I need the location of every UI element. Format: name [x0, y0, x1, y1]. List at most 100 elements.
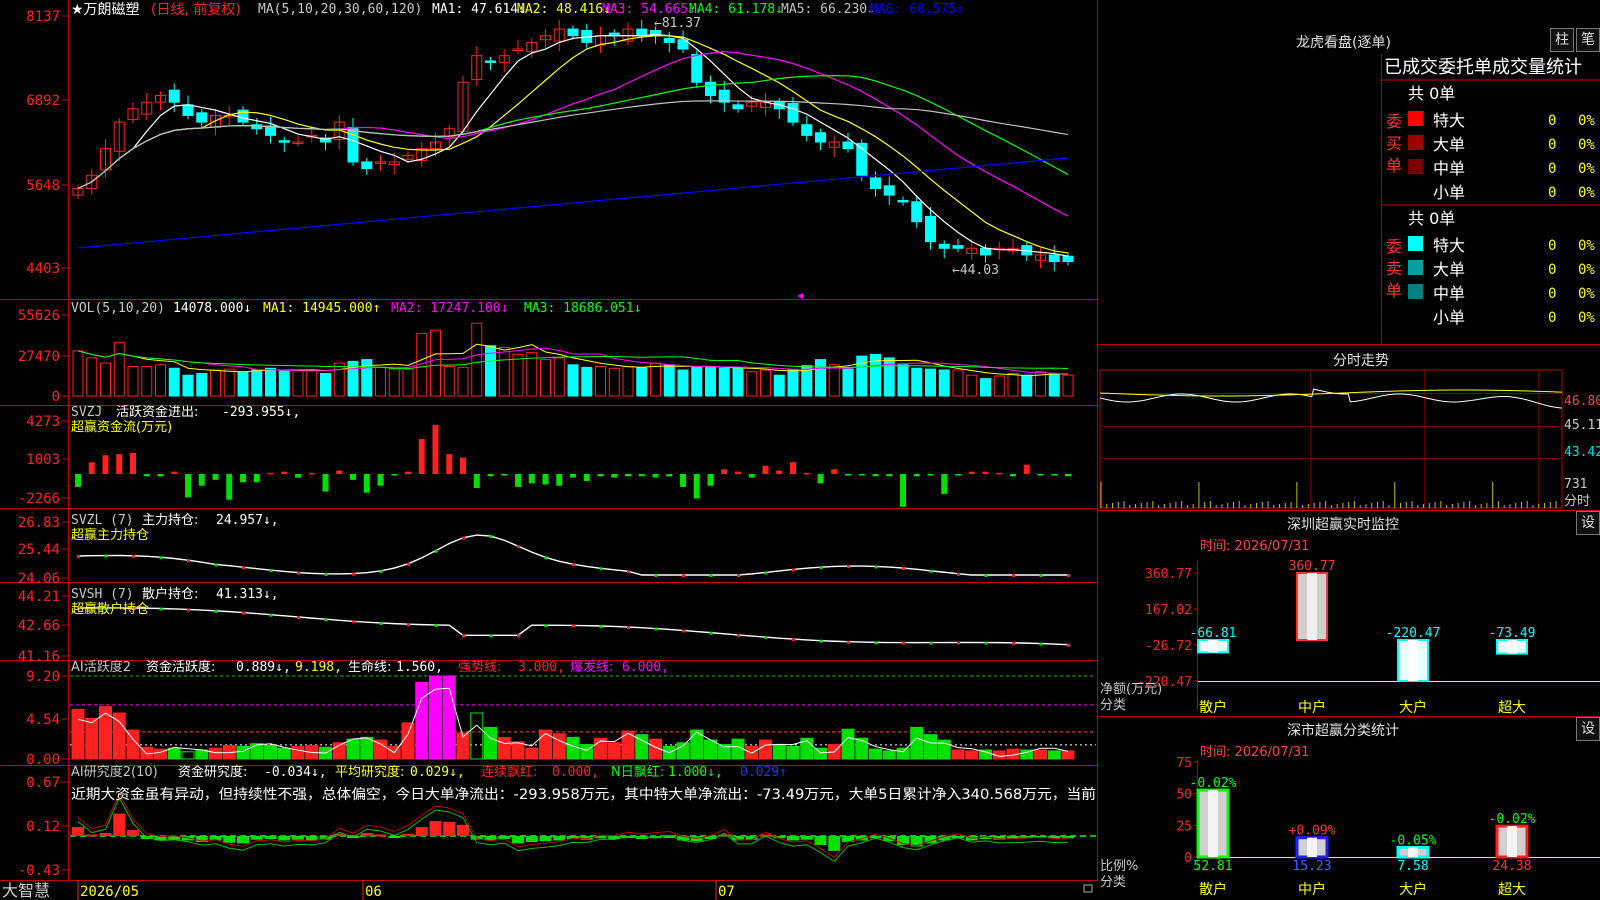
svsh-marker — [489, 634, 493, 638]
volume-bar — [650, 362, 661, 397]
activity-bar — [167, 747, 181, 760]
volume-bar — [938, 369, 950, 397]
money-flow-bar — [75, 474, 81, 487]
vol-legend-item: MA3: 18686.051↓ — [524, 301, 641, 316]
volume-bar — [430, 329, 441, 397]
svzl-marker — [132, 554, 135, 558]
time-axis-label: 07 — [718, 884, 735, 900]
activity-bar — [855, 737, 869, 760]
money-flow-bar — [281, 471, 288, 474]
activity-bar — [965, 750, 979, 760]
intraday-title: 分时走势 — [1333, 353, 1389, 369]
volume-bar — [608, 367, 620, 397]
svzj-axis-label: 4273 — [26, 414, 60, 430]
money-flow-bar — [102, 455, 109, 474]
svzl-title: SVZL (7) — [71, 513, 134, 528]
svzl-marker — [407, 562, 410, 566]
svsh-marker — [792, 638, 795, 642]
money-flow-bar — [212, 474, 219, 480]
ma-legend-item: MA5: 66.230↓ — [781, 2, 875, 17]
volume-bar — [278, 370, 290, 397]
svzj-axis-label: -2266 — [18, 491, 60, 507]
ai-research-value: -0.034↓, — [264, 765, 327, 780]
activity-bar — [882, 750, 896, 760]
research-bar — [113, 813, 126, 836]
money-flow-bar — [1023, 464, 1030, 474]
activity-bar — [401, 722, 415, 760]
money-flow-bar — [886, 474, 893, 477]
money-flow-bar — [597, 474, 604, 477]
activity-bar-burst — [429, 676, 442, 706]
money-flow-bar — [350, 474, 356, 480]
svzj-subtitle: 超赢资金流(万元) — [71, 419, 172, 435]
monitor-settings-button[interactable]: 设 — [1576, 511, 1600, 535]
ai-active-axis-label: 9.20 — [26, 669, 60, 685]
vol-legend-item: MA1: 14945.000↑ — [263, 301, 380, 316]
volume-bar — [210, 369, 221, 397]
money-flow-bar — [1010, 474, 1016, 477]
candle-body — [801, 124, 813, 136]
volume-bar — [622, 366, 634, 397]
money-flow-bar — [143, 474, 150, 477]
ma-legend-item: MA1: 47.614↓ — [432, 2, 526, 17]
volume-bar — [320, 372, 331, 397]
candle-body — [952, 245, 964, 249]
activity-bar — [607, 742, 621, 760]
tick-view-button[interactable]: 笔 — [1576, 28, 1600, 52]
volume-bar — [842, 368, 854, 397]
money-flow-bar — [900, 474, 906, 507]
svsh-marker — [187, 608, 190, 612]
money-flow-bar — [157, 474, 164, 477]
activity-bar — [209, 747, 222, 760]
research-bar — [278, 836, 291, 841]
activity-bar — [497, 736, 511, 760]
volume-bar — [815, 359, 826, 397]
candle-body — [842, 141, 854, 150]
n-day-red-label: N日飘红: — [611, 764, 664, 780]
volume-bar — [773, 374, 785, 397]
svsh-marker — [297, 615, 300, 619]
money-flow-bar — [322, 474, 329, 492]
bar-view-button[interactable]: 柱 — [1550, 28, 1574, 52]
volume-bar — [732, 366, 744, 397]
activity-bar — [236, 745, 250, 760]
volume-bar — [471, 322, 483, 397]
svsh-marker — [654, 627, 658, 631]
money-flow-bar — [638, 474, 645, 477]
activity-bar — [951, 749, 965, 760]
classify-settings-button[interactable]: 设 — [1576, 717, 1600, 741]
activity-bar — [346, 738, 360, 760]
cont-red-value: 0.000, — [552, 765, 599, 780]
activity-bar — [195, 749, 209, 760]
research-bar — [72, 827, 84, 836]
activity-bar — [1034, 749, 1047, 760]
money-flow-bar — [968, 471, 975, 474]
volume-bar — [1048, 372, 1060, 397]
ai-active-label: 资金活跃度: — [146, 659, 215, 675]
money-flow-bar — [611, 474, 618, 478]
research-bar — [250, 836, 263, 840]
volume-bar — [993, 375, 1005, 397]
svzl-marker — [1039, 574, 1043, 577]
volume-bar — [498, 346, 510, 397]
ai-active-value: 0.889↓, — [236, 660, 291, 675]
volume-bar — [141, 366, 153, 397]
money-flow-bar — [680, 474, 686, 487]
activity-bar — [99, 706, 112, 760]
svzl-marker — [544, 556, 548, 560]
svzl-marker — [682, 574, 685, 577]
money-flow-bar — [845, 474, 851, 476]
right-panel: 龙虎看盘(逐单) 柱 笔 已成交委托单成交量统计 分时走势 深圳超赢实时监控 设… — [1098, 0, 1600, 900]
money-flow-bar — [363, 474, 370, 493]
research-bar — [264, 836, 277, 839]
volume-bar — [980, 378, 991, 397]
monitor-time: 时间: 2026/07/31 — [1200, 539, 1310, 554]
money-flow-bar — [996, 472, 1003, 475]
svsh-marker — [159, 607, 163, 611]
svsh-marker — [902, 641, 905, 645]
svzl-axis-label: 25.44 — [18, 542, 60, 558]
volume-axis-label: 0 — [52, 389, 60, 405]
money-flow-bar — [721, 469, 728, 474]
svsh-marker — [214, 609, 218, 613]
money-flow-bar — [1065, 474, 1071, 477]
